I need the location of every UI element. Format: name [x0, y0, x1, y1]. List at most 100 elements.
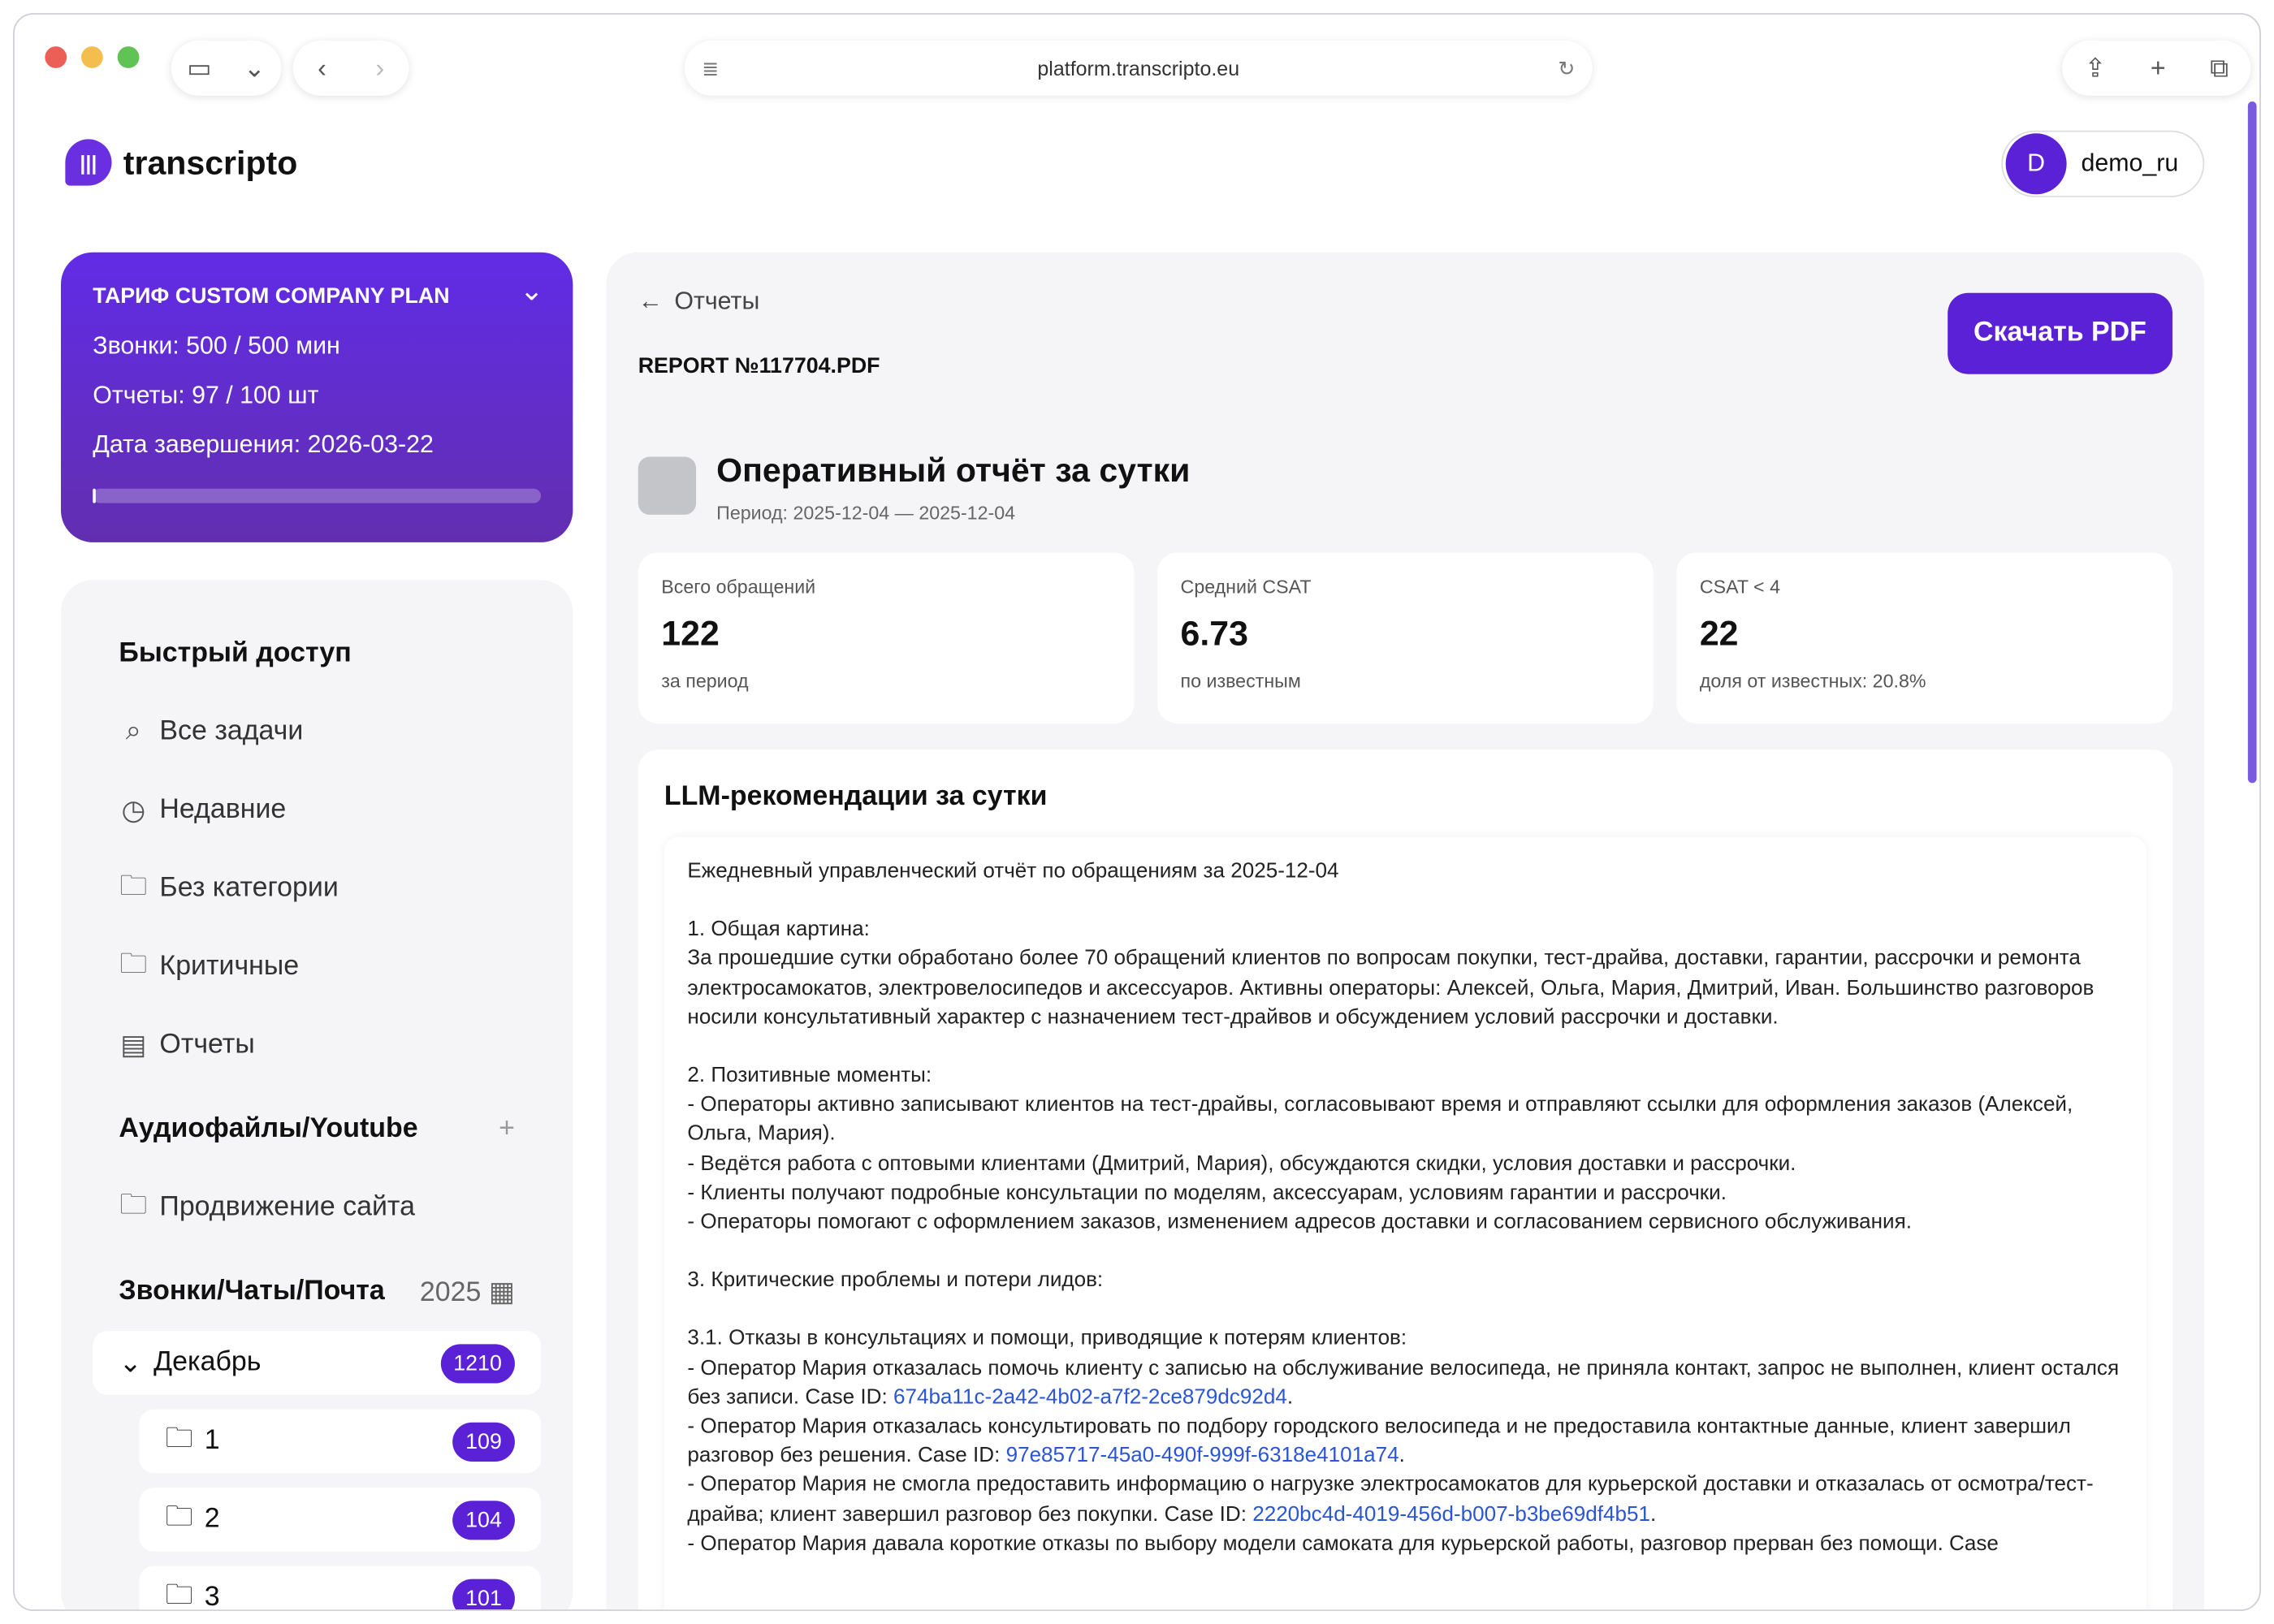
- close-window-button[interactable]: [45, 46, 67, 68]
- plan-calls: Звонки: 500 / 500 мин: [93, 331, 340, 360]
- count-badge: 1210: [440, 1343, 515, 1383]
- user-menu[interactable]: Ddemo_ru: [2001, 130, 2205, 197]
- sidebar-icon: ▭: [187, 53, 212, 82]
- day-folder[interactable]: 🗀 3 101: [139, 1566, 542, 1611]
- stat-value: 6.73: [1180, 615, 1248, 654]
- day-folder[interactable]: 🗀 1 109: [139, 1409, 542, 1474]
- text: .: [1399, 1445, 1405, 1468]
- day-folder[interactable]: 🗀 2 104: [139, 1488, 542, 1552]
- text-line: За прошедшие сутки обработано более 70 о…: [687, 947, 2095, 1030]
- stat-value: 22: [1699, 615, 1739, 654]
- label: Отчеты: [159, 1029, 255, 1060]
- text: .: [1649, 1503, 1657, 1527]
- audio-heading: Аудиофайлы/Youtube: [119, 1113, 418, 1144]
- username: demo_ru: [2081, 149, 2179, 177]
- text: .: [1286, 1385, 1294, 1410]
- sidebar-item-recent[interactable]: ◷ Недавние: [93, 771, 541, 849]
- case-line: - Оператор Мария не смогла предоставить …: [687, 1471, 2123, 1530]
- plan-reports: Отчеты: 97 / 100 шт: [93, 381, 319, 409]
- stat-note: по известным: [1180, 669, 1301, 692]
- chevron-down-icon: ⌄: [119, 1347, 142, 1379]
- case-id-link[interactable]: 97e85717-45a0-490f-999f-6318e4101a74: [1006, 1445, 1399, 1468]
- case-id-link[interactable]: 2220bc4d-4019-456d-b007-b3be69df4b51: [1252, 1503, 1650, 1527]
- llm-recommendations: LLM-рекомендации за сутки Ежедневный упр…: [638, 749, 2172, 1610]
- calendar-icon: ▦: [488, 1276, 515, 1307]
- new-tab-icon[interactable]: +: [2151, 53, 2166, 83]
- plan-card[interactable]: ТАРИФ CUSTOM COMPANY PLAN ⌄ Звонки: 500 …: [60, 252, 573, 542]
- logo-text: transcripto: [123, 142, 298, 181]
- clock-icon: ◷: [121, 795, 146, 826]
- report-icon: ▤: [120, 1030, 147, 1061]
- stat-note: за период: [661, 669, 749, 692]
- sidebar-item-site-promotion[interactable]: 🗀 Продвижение сайта: [93, 1168, 541, 1246]
- chevron-down-icon[interactable]: ⌄: [520, 273, 544, 309]
- share-icon[interactable]: ⇪: [2084, 53, 2106, 83]
- count-badge: 104: [452, 1500, 515, 1540]
- plan-title: ТАРИФ CUSTOM COMPANY PLAN: [93, 283, 450, 309]
- text-line: - Операторы активно записывают клиентов …: [687, 1093, 2073, 1147]
- page-menu-icon[interactable]: ≣: [702, 56, 719, 80]
- stat-note: доля от известных: 20.8%: [1699, 669, 1926, 692]
- stat-card: Средний CSAT 6.73 по известным: [1156, 552, 1654, 724]
- label: Критичные: [159, 951, 300, 982]
- stat-label: Средний CSAT: [1180, 575, 1312, 598]
- report-text: Ежедневный управленческий отчёт по обращ…: [664, 836, 2146, 1609]
- sidebar-item-all-tasks[interactable]: ⌕ Все задачи: [93, 693, 541, 771]
- plan-progress-bar: [93, 488, 542, 503]
- calls-heading: Звонки/Чаты/Почта: [119, 1276, 385, 1307]
- label: Продвижение сайта: [159, 1191, 415, 1223]
- sidebar-item-uncategorized[interactable]: 🗀 Без категории: [93, 849, 541, 927]
- stat-label: CSAT < 4: [1699, 575, 1781, 598]
- label: Без категории: [159, 872, 339, 904]
- folder-icon: 🗀: [165, 1580, 193, 1611]
- report-panel: ← Отчеты REPORT №117704.PDF Скачать PDF О…: [606, 252, 2205, 1610]
- year-picker[interactable]: 2025 ▦: [420, 1276, 515, 1309]
- count-badge: 101: [452, 1578, 515, 1610]
- minimize-window-button[interactable]: [80, 46, 103, 68]
- plan-end-date: Дата завершения: 2026-03-22: [93, 430, 434, 459]
- back-icon[interactable]: ‹: [318, 53, 326, 83]
- address-bar[interactable]: platform.transcripto.eu ↻ ≣: [685, 41, 1593, 96]
- add-icon[interactable]: +: [499, 1113, 515, 1145]
- stat-label: Всего обращений: [661, 575, 816, 598]
- text-line: 1. Общая картина:: [687, 918, 870, 942]
- count-badge: 109: [452, 1421, 515, 1462]
- download-pdf-button[interactable]: Скачать PDF: [1947, 292, 2172, 374]
- logo[interactable]: ||| transcripto: [65, 139, 298, 186]
- sidebar-toggle-button[interactable]: ▭ ⌄: [171, 40, 282, 96]
- text-line: Ежедневный управленческий отчёт по обращ…: [687, 859, 1339, 883]
- text-line: - Ведётся работа с оптовыми клиентами (Д…: [687, 1151, 1796, 1176]
- label: 1: [204, 1425, 220, 1456]
- text-line: 2. Позитивные моменты:: [687, 1064, 932, 1088]
- sidebar-item-reports[interactable]: ▤ Отчеты: [93, 1006, 541, 1084]
- text-line: - Оператор Мария давала короткие отказы …: [687, 1532, 1999, 1556]
- folder-icon: 🗀: [119, 1190, 148, 1221]
- case-line: - Оператор Мария отказалась помочь клиен…: [687, 1354, 2123, 1412]
- text-line: 3. Критические проблемы и потери лидов:: [687, 1268, 1104, 1293]
- reload-icon[interactable]: ↻: [1558, 56, 1575, 80]
- page-title: Оперативный отчёт за сутки: [716, 451, 1191, 489]
- folder-icon: 🗀: [165, 1501, 193, 1533]
- report-filename: REPORT №117704.PDF: [638, 353, 880, 379]
- browser-window: ▭ ⌄ ‹ › platform.transcripto.eu ↻ ≣ ⇪ + ⧉ ||| t…: [13, 13, 2261, 1611]
- month-december[interactable]: ⌄ Декабрь 1210: [93, 1331, 542, 1395]
- tabs-icon[interactable]: ⧉: [2210, 53, 2229, 83]
- forward-icon[interactable]: ›: [375, 53, 384, 83]
- text-line: - Клиенты получают подробные консультаци…: [687, 1181, 1727, 1205]
- label: Отчеты: [674, 287, 760, 315]
- scrollbar[interactable]: [2247, 101, 2257, 784]
- sidebar: Быстрый доступ ⌕ Все задачи ◷ Недавние 🗀 Бе…: [60, 580, 573, 1611]
- search-icon: ⌕: [125, 716, 141, 747]
- folder-alert-icon: 🗀: [119, 949, 148, 981]
- logo-wave-icon: |||: [65, 139, 112, 186]
- folder-icon: 🗀: [165, 1423, 193, 1455]
- arrow-left-icon: ←: [638, 287, 664, 315]
- report-icon: [638, 456, 697, 515]
- report-period: Период: 2025-12-04 — 2025-12-04: [716, 501, 1016, 524]
- case-id-link[interactable]: 674ba11c-2a42-4b02-a7f2-2ce879dc92d4: [893, 1386, 1287, 1410]
- maximize-window-button[interactable]: [117, 46, 140, 68]
- sidebar-item-critical[interactable]: 🗀 Критичные: [93, 928, 541, 1006]
- stat-value: 122: [661, 615, 720, 654]
- label: Все задачи: [159, 716, 304, 747]
- back-to-reports-link[interactable]: ← Отчеты: [638, 287, 2172, 317]
